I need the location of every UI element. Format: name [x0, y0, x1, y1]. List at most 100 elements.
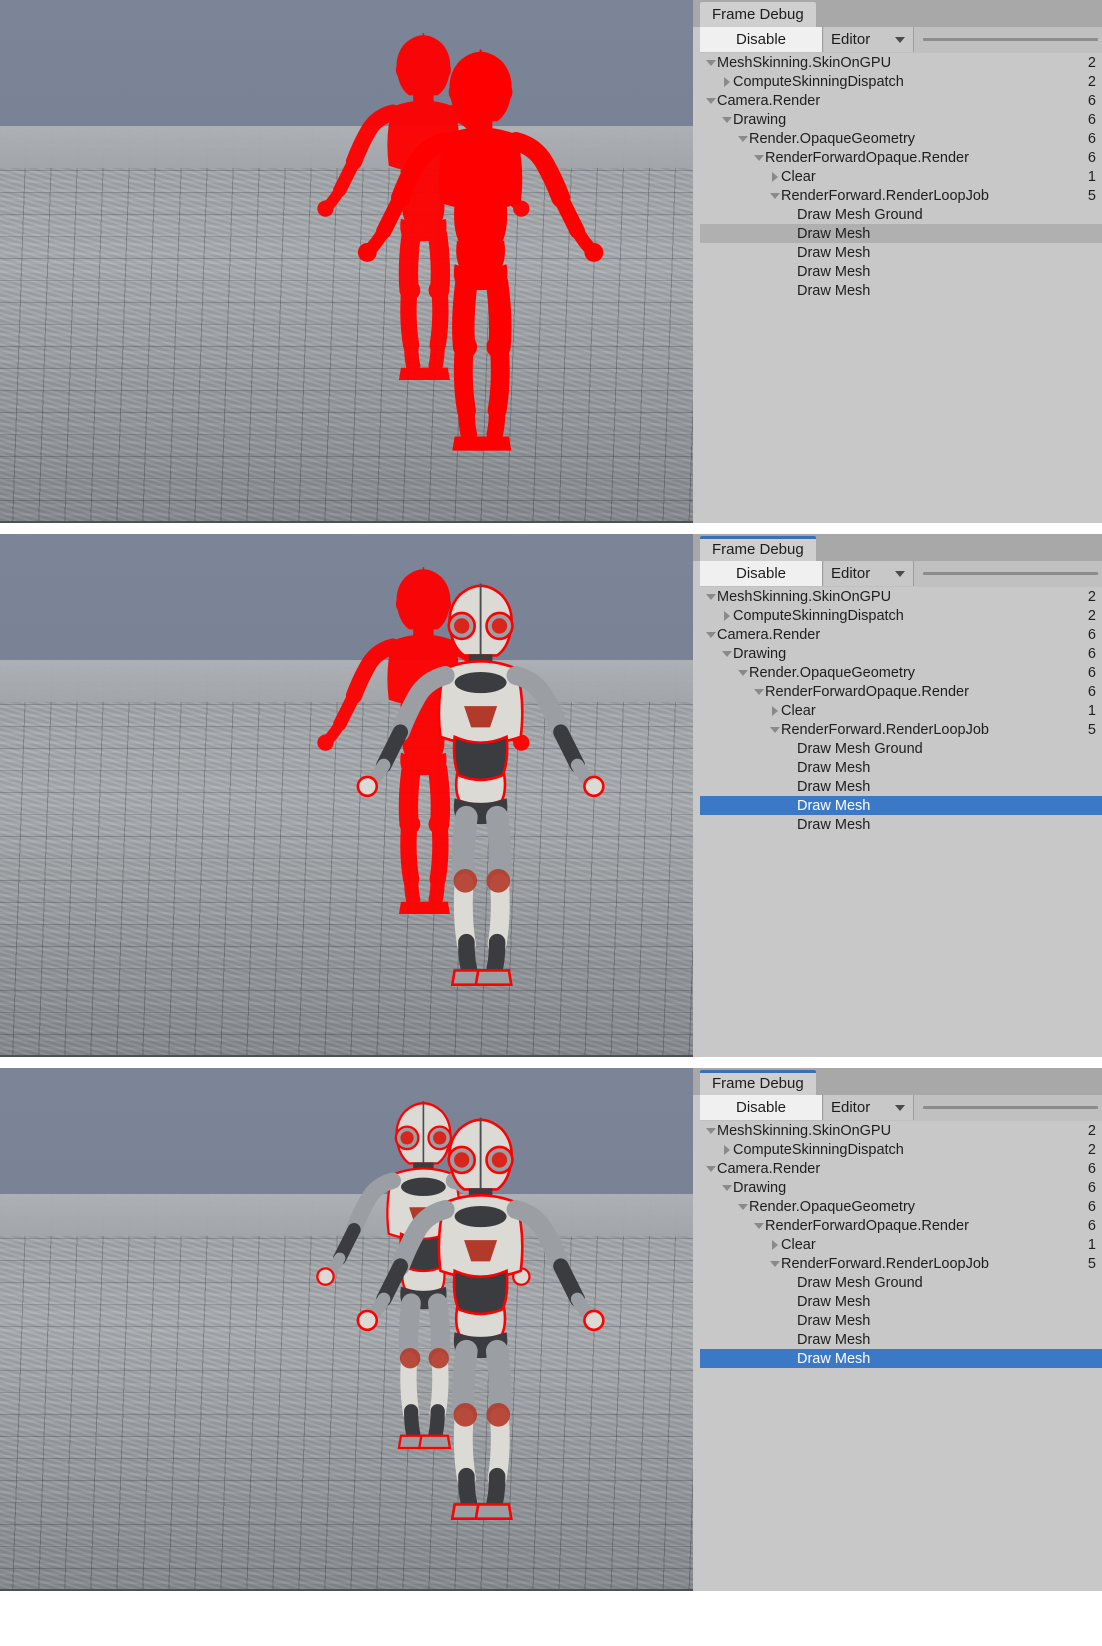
tree-row[interactable]: Render.OpaqueGeometry 6 — [700, 129, 1102, 148]
tree-row-label: Draw Mesh — [797, 225, 871, 242]
frame-slider-track[interactable] — [923, 1106, 1098, 1109]
tree-row[interactable]: Draw Mesh Ground — [700, 1273, 1102, 1292]
tree-row[interactable]: Drawing 6 — [700, 1178, 1102, 1197]
tree-row[interactable]: Drawing 6 — [700, 110, 1102, 129]
chevron-down-icon[interactable] — [720, 650, 733, 657]
tree-row-count: 5 — [1087, 187, 1096, 204]
game-view-viewport[interactable] — [0, 0, 693, 523]
tree-row[interactable]: MeshSkinning.SkinOnGPU 2 — [700, 1121, 1102, 1140]
tree-row[interactable]: ComputeSkinningDispatch 2 — [700, 606, 1102, 625]
disable-button[interactable]: Disable — [700, 561, 823, 586]
chevron-right-icon[interactable] — [720, 610, 733, 621]
chevron-down-icon[interactable] — [704, 59, 717, 66]
tree-row-label: Clear — [781, 168, 816, 185]
frame-debugger-panel-1: Frame Debug Disable Editor MeshSkinning.Ski… — [0, 0, 1102, 523]
tree-row[interactable]: Camera.Render 6 — [700, 1159, 1102, 1178]
tree-row[interactable]: Camera.Render 6 — [700, 625, 1102, 644]
tree-row-label: RenderForward.RenderLoopJob — [781, 1255, 989, 1272]
chevron-down-icon[interactable] — [720, 116, 733, 123]
tree-row[interactable]: Draw Mesh — [700, 262, 1102, 281]
frame-event-tree[interactable]: MeshSkinning.SkinOnGPU 2 ComputeSkinningDi… — [700, 53, 1102, 523]
tree-row[interactable]: RenderForwardOpaque.Render 6 — [700, 1216, 1102, 1235]
chevron-down-icon[interactable] — [752, 688, 765, 695]
frame-slider[interactable] — [915, 561, 1102, 586]
tree-row[interactable]: Camera.Render 6 — [700, 91, 1102, 110]
tree-row[interactable]: Draw Mesh — [700, 777, 1102, 796]
chevron-down-icon[interactable] — [768, 726, 781, 733]
chevron-down-icon[interactable] — [768, 192, 781, 199]
tree-row[interactable]: RenderForwardOpaque.Render 6 — [700, 682, 1102, 701]
tree-row[interactable]: Render.OpaqueGeometry 6 — [700, 1197, 1102, 1216]
tree-row[interactable]: MeshSkinning.SkinOnGPU 2 — [700, 53, 1102, 72]
game-view-viewport[interactable] — [0, 1068, 693, 1591]
disable-button[interactable]: Disable — [700, 27, 823, 52]
tree-row[interactable]: Draw Mesh — [700, 1311, 1102, 1330]
chevron-down-icon[interactable] — [752, 1222, 765, 1229]
frame-event-tree[interactable]: MeshSkinning.SkinOnGPU 2 ComputeSkinningDi… — [700, 1121, 1102, 1591]
chevron-right-icon[interactable] — [720, 76, 733, 87]
frame-slider[interactable] — [915, 27, 1102, 52]
tree-row[interactable]: RenderForward.RenderLoopJob 5 — [700, 1254, 1102, 1273]
tree-row[interactable]: Draw Mesh — [700, 224, 1102, 243]
chevron-down-icon[interactable] — [752, 154, 765, 161]
tree-row[interactable]: Clear 1 — [700, 167, 1102, 186]
chevron-down-icon[interactable] — [704, 593, 717, 600]
game-view-viewport[interactable] — [0, 534, 693, 1057]
tree-row-count: 6 — [1087, 645, 1096, 662]
chevron-down-icon[interactable] — [736, 135, 749, 142]
tree-row[interactable]: RenderForward.RenderLoopJob 5 — [700, 186, 1102, 205]
tree-row-count: 6 — [1087, 1179, 1096, 1196]
chevron-down-icon[interactable] — [704, 631, 717, 638]
tree-row[interactable]: Draw Mesh — [700, 243, 1102, 262]
tree-row[interactable]: ComputeSkinningDispatch 2 — [700, 1140, 1102, 1159]
tree-row-label: ComputeSkinningDispatch — [733, 73, 904, 90]
tree-row[interactable]: Draw Mesh — [700, 1292, 1102, 1311]
tree-row[interactable]: Draw Mesh — [700, 815, 1102, 834]
frame-debugger-panel-2: Frame Debug Disable Editor MeshSkinning.Ski… — [0, 534, 1102, 1057]
tree-row-label: Draw Mesh — [797, 244, 871, 261]
tree-row[interactable]: MeshSkinning.SkinOnGPU 2 — [700, 587, 1102, 606]
tree-row[interactable]: Draw Mesh — [700, 796, 1102, 815]
tree-row[interactable]: Draw Mesh Ground — [700, 739, 1102, 758]
tree-row[interactable]: Clear 1 — [700, 1235, 1102, 1254]
tree-row-count: 1 — [1087, 168, 1096, 185]
tree-row[interactable]: RenderForward.RenderLoopJob 5 — [700, 720, 1102, 739]
tree-row[interactable]: Draw Mesh Ground — [700, 205, 1102, 224]
chevron-down-icon[interactable] — [768, 1260, 781, 1267]
tab-bar: Frame Debug — [693, 0, 1102, 27]
tree-row[interactable]: Clear 1 — [700, 701, 1102, 720]
chevron-right-icon[interactable] — [720, 1144, 733, 1155]
tab-frame-debug[interactable]: Frame Debug — [700, 1070, 816, 1095]
target-dropdown[interactable]: Editor — [824, 27, 914, 52]
chevron-down-icon[interactable] — [704, 1165, 717, 1172]
frame-slider-track[interactable] — [923, 38, 1098, 41]
tree-row[interactable]: ComputeSkinningDispatch 2 — [700, 72, 1102, 91]
target-dropdown[interactable]: Editor — [824, 561, 914, 586]
chevron-down-icon[interactable] — [704, 1127, 717, 1134]
tree-row[interactable]: Drawing 6 — [700, 644, 1102, 663]
chevron-right-icon[interactable] — [768, 1239, 781, 1250]
chevron-right-icon[interactable] — [768, 171, 781, 182]
tree-row[interactable]: RenderForwardOpaque.Render 6 — [700, 148, 1102, 167]
tree-row[interactable]: Draw Mesh — [700, 1349, 1102, 1368]
chevron-down-icon[interactable] — [704, 97, 717, 104]
tree-row-label: Draw Mesh Ground — [797, 206, 923, 223]
chevron-down-icon[interactable] — [720, 1184, 733, 1191]
chevron-right-icon[interactable] — [768, 705, 781, 716]
tree-row[interactable]: Render.OpaqueGeometry 6 — [700, 663, 1102, 682]
tree-row[interactable]: Draw Mesh — [700, 1330, 1102, 1349]
tree-row-label: MeshSkinning.SkinOnGPU — [717, 54, 892, 71]
frame-slider-track[interactable] — [923, 572, 1098, 575]
chevron-down-icon[interactable] — [736, 669, 749, 676]
tree-row[interactable]: Draw Mesh — [700, 281, 1102, 300]
disable-button[interactable]: Disable — [700, 1095, 823, 1120]
chevron-down-icon[interactable] — [736, 1203, 749, 1210]
frame-event-tree[interactable]: MeshSkinning.SkinOnGPU 2 ComputeSkinningDi… — [700, 587, 1102, 1057]
target-dropdown[interactable]: Editor — [824, 1095, 914, 1120]
frame-slider[interactable] — [915, 1095, 1102, 1120]
tree-row-label: MeshSkinning.SkinOnGPU — [717, 588, 892, 605]
tree-row-label: Draw Mesh — [797, 816, 871, 833]
tree-row[interactable]: Draw Mesh — [700, 758, 1102, 777]
tab-frame-debug[interactable]: Frame Debug — [700, 536, 816, 561]
tab-frame-debug[interactable]: Frame Debug — [700, 2, 816, 27]
